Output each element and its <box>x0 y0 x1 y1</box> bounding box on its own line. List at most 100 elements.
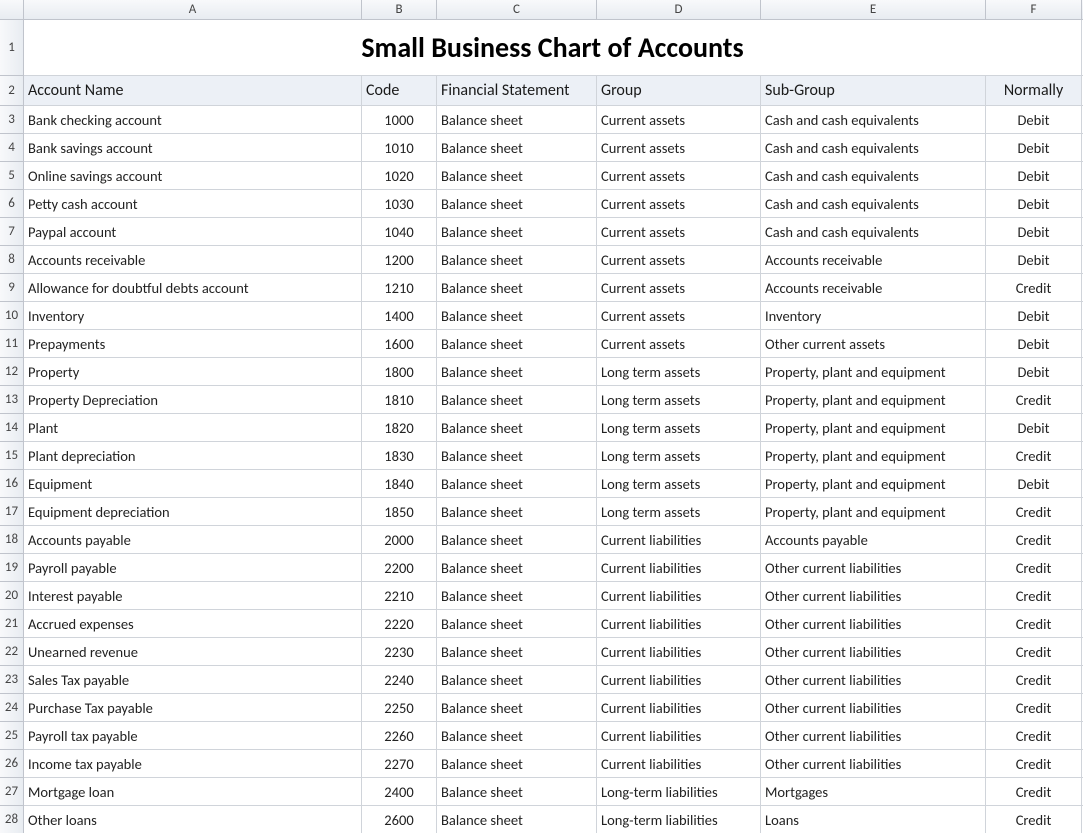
row-header-5[interactable]: 5 <box>0 162 23 190</box>
cell-normally: Debit <box>986 358 1082 385</box>
table-row[interactable]: Interest payable2210Balance sheetCurrent… <box>24 582 1083 610</box>
table-row[interactable]: Paypal account1040Balance sheetCurrent a… <box>24 218 1083 246</box>
row-header-8[interactable]: 8 <box>0 246 23 274</box>
cell-account-name: Unearned revenue <box>24 638 362 665</box>
column-header-b[interactable]: B <box>362 0 437 19</box>
cell-account-name: Property Depreciation <box>24 386 362 413</box>
table-row[interactable]: Accounts payable2000Balance sheetCurrent… <box>24 526 1083 554</box>
cell-code: 1800 <box>362 358 437 385</box>
table-row[interactable]: Payroll tax payable2260Balance sheetCurr… <box>24 722 1083 750</box>
table-header-row[interactable]: Account Name Code Financial Statement Gr… <box>24 76 1083 106</box>
table-row[interactable]: Accounts receivable1200Balance sheetCurr… <box>24 246 1083 274</box>
row-header-4[interactable]: 4 <box>0 134 23 162</box>
table-row[interactable]: Purchase Tax payable2250Balance sheetCur… <box>24 694 1083 722</box>
cell-normally: Debit <box>986 106 1082 133</box>
cell-account-name: Bank savings account <box>24 134 362 161</box>
table-row[interactable]: Property1800Balance sheetLong term asset… <box>24 358 1083 386</box>
row-header-18[interactable]: 18 <box>0 526 23 554</box>
table-row[interactable]: Income tax payable2270Balance sheetCurre… <box>24 750 1083 778</box>
cell-group: Long term assets <box>597 498 761 525</box>
row-header-27[interactable]: 27 <box>0 778 23 806</box>
cell-code: 2000 <box>362 526 437 553</box>
row-header-15[interactable]: 15 <box>0 442 23 470</box>
cell-code: 1210 <box>362 274 437 301</box>
cell-group: Current liabilities <box>597 610 761 637</box>
cell-group: Current assets <box>597 302 761 329</box>
table-row[interactable]: Other loans2600Balance sheetLong-term li… <box>24 806 1083 833</box>
cell-financial-statement: Balance sheet <box>437 750 597 777</box>
row-header-3[interactable]: 3 <box>0 106 23 134</box>
table-row[interactable]: Online savings account1020Balance sheetC… <box>24 162 1083 190</box>
table-row[interactable]: Payroll payable2200Balance sheetCurrent … <box>24 554 1083 582</box>
row-header-11[interactable]: 11 <box>0 330 23 358</box>
cell-sub-group: Other current liabilities <box>761 638 986 665</box>
row-header-16[interactable]: 16 <box>0 470 23 498</box>
cell-sub-group: Property, plant and equipment <box>761 386 986 413</box>
table-row[interactable]: Accrued expenses2220Balance sheetCurrent… <box>24 610 1083 638</box>
table-row[interactable]: Equipment1840Balance sheetLong term asse… <box>24 470 1083 498</box>
cell-group: Current liabilities <box>597 638 761 665</box>
row-header-7[interactable]: 7 <box>0 218 23 246</box>
cell-sub-group: Other current liabilities <box>761 666 986 693</box>
table-row[interactable]: Bank checking account1000Balance sheetCu… <box>24 106 1083 134</box>
cell-sub-group: Other current liabilities <box>761 554 986 581</box>
cell-account-name: Sales Tax payable <box>24 666 362 693</box>
cell-normally: Debit <box>986 134 1082 161</box>
table-row[interactable]: Plant depreciation1830Balance sheetLong … <box>24 442 1083 470</box>
row-header-19[interactable]: 19 <box>0 554 23 582</box>
row-header-25[interactable]: 25 <box>0 722 23 750</box>
column-header-f[interactable]: F <box>986 0 1082 19</box>
title-row[interactable]: Small Business Chart of Accounts <box>24 20 1083 76</box>
table-row[interactable]: Prepayments1600Balance sheetCurrent asse… <box>24 330 1083 358</box>
header-account-name: Account Name <box>24 76 362 105</box>
row-header-13[interactable]: 13 <box>0 386 23 414</box>
row-header-23[interactable]: 23 <box>0 666 23 694</box>
row-header-21[interactable]: 21 <box>0 610 23 638</box>
column-header-c[interactable]: C <box>437 0 597 19</box>
table-row[interactable]: Allowance for doubtful debts account1210… <box>24 274 1083 302</box>
cell-normally: Credit <box>986 806 1082 833</box>
spreadsheet: A B C D E F 1234567891011121314151617181… <box>0 0 1083 833</box>
row-header-6[interactable]: 6 <box>0 190 23 218</box>
cell-financial-statement: Balance sheet <box>437 190 597 217</box>
row-header-9[interactable]: 9 <box>0 274 23 302</box>
cell-financial-statement: Balance sheet <box>437 778 597 805</box>
row-header-24[interactable]: 24 <box>0 694 23 722</box>
cell-sub-group: Cash and cash equivalents <box>761 134 986 161</box>
row-header-20[interactable]: 20 <box>0 582 23 610</box>
table-row[interactable]: Property Depreciation1810Balance sheetLo… <box>24 386 1083 414</box>
cell-account-name: Payroll payable <box>24 554 362 581</box>
column-header-d[interactable]: D <box>597 0 761 19</box>
column-header-e[interactable]: E <box>761 0 986 19</box>
row-header-28[interactable]: 28 <box>0 806 23 833</box>
header-group: Group <box>597 76 761 105</box>
cell-account-name: Interest payable <box>24 582 362 609</box>
row-header-10[interactable]: 10 <box>0 302 23 330</box>
table-row[interactable]: Equipment depreciation1850Balance sheetL… <box>24 498 1083 526</box>
header-code: Code <box>362 76 437 105</box>
cell-group: Long term assets <box>597 442 761 469</box>
cell-group: Current assets <box>597 162 761 189</box>
corner-cell[interactable] <box>0 0 24 19</box>
cell-code: 1820 <box>362 414 437 441</box>
table-row[interactable]: Unearned revenue2230Balance sheetCurrent… <box>24 638 1083 666</box>
row-header-14[interactable]: 14 <box>0 414 23 442</box>
row-header-12[interactable]: 12 <box>0 358 23 386</box>
cell-sub-group: Property, plant and equipment <box>761 358 986 385</box>
table-row[interactable]: Bank savings account1010Balance sheetCur… <box>24 134 1083 162</box>
cell-group: Current liabilities <box>597 694 761 721</box>
table-row[interactable]: Petty cash account1030Balance sheetCurre… <box>24 190 1083 218</box>
row-header-17[interactable]: 17 <box>0 498 23 526</box>
row-header-26[interactable]: 26 <box>0 750 23 778</box>
row-header-22[interactable]: 22 <box>0 638 23 666</box>
page-title: Small Business Chart of Accounts <box>24 20 1082 75</box>
table-row[interactable]: Mortgage loan2400Balance sheetLong-term … <box>24 778 1083 806</box>
table-row[interactable]: Plant1820Balance sheetLong term assetsPr… <box>24 414 1083 442</box>
column-header-a[interactable]: A <box>24 0 362 19</box>
row-header-2[interactable]: 2 <box>0 76 23 106</box>
row-header-1[interactable]: 1 <box>0 20 23 76</box>
table-row[interactable]: Inventory1400Balance sheetCurrent assets… <box>24 302 1083 330</box>
cell-account-name: Plant <box>24 414 362 441</box>
table-row[interactable]: Sales Tax payable2240Balance sheetCurren… <box>24 666 1083 694</box>
cell-financial-statement: Balance sheet <box>437 302 597 329</box>
